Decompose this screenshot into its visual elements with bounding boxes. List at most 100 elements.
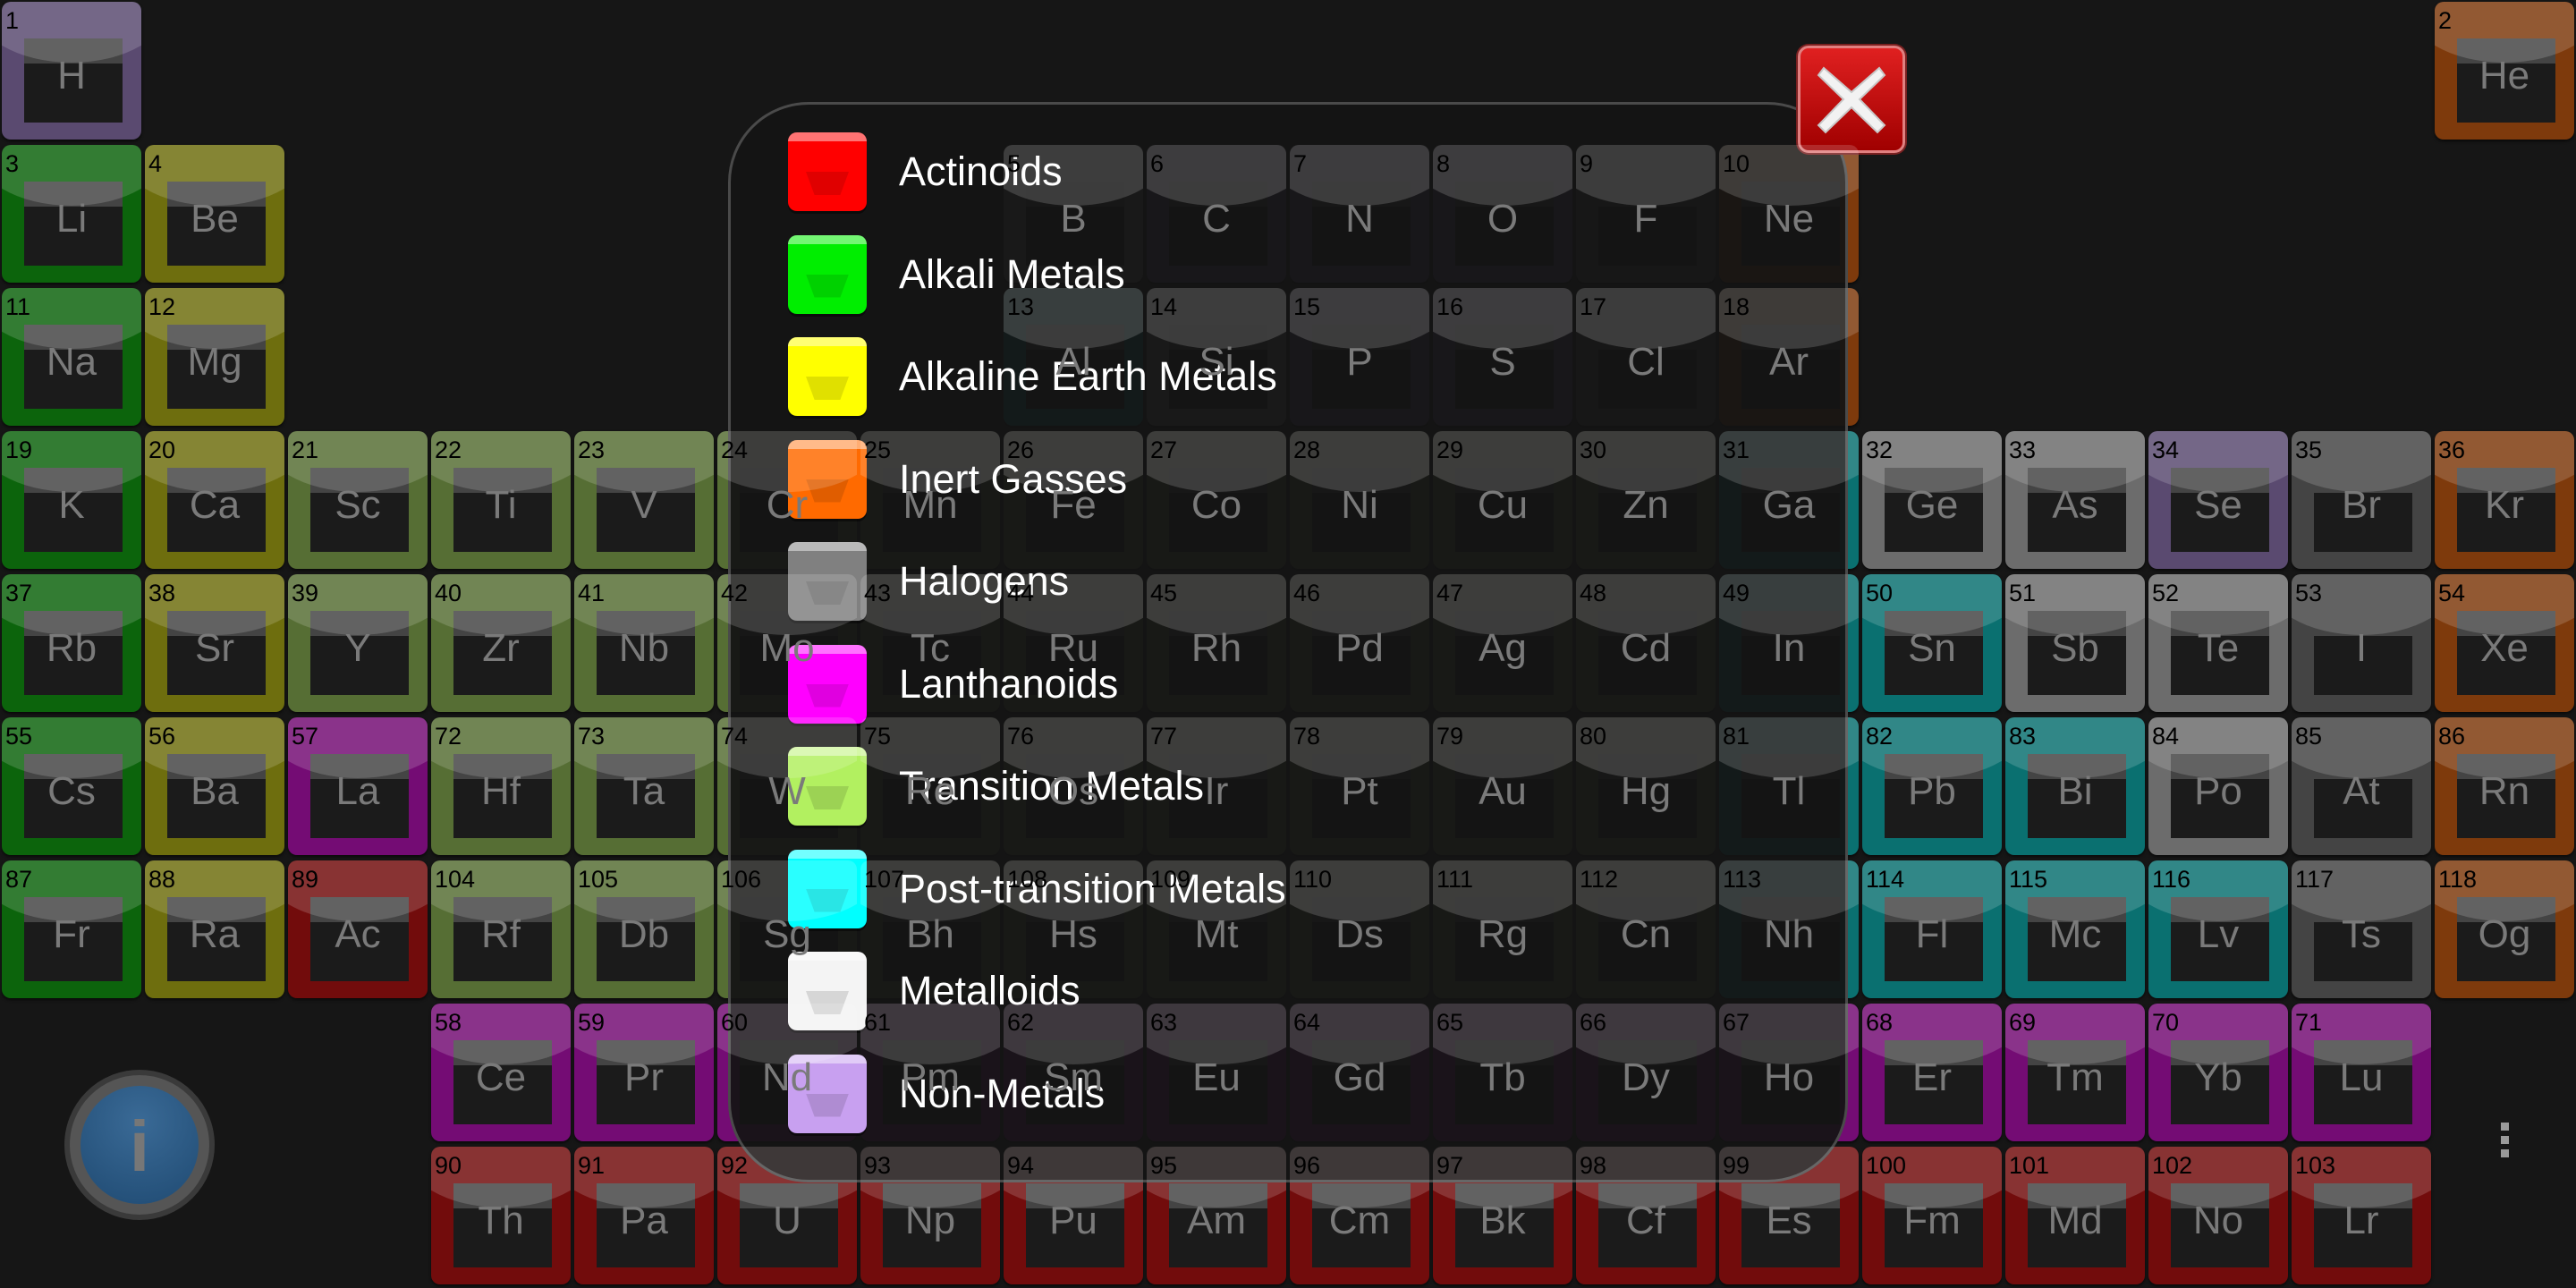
- element-symbol: Rh: [1191, 626, 1242, 670]
- element-tile-ba[interactable]: 56 Ba: [145, 717, 284, 855]
- element-tile-y[interactable]: 39 Y: [288, 574, 428, 712]
- element-tile-og[interactable]: 118 Og: [2435, 860, 2574, 998]
- element-tile-pu[interactable]: 94 Pu: [1004, 1147, 1143, 1284]
- element-tile-mg[interactable]: 12 Mg: [145, 288, 284, 426]
- element-tile-rn[interactable]: 86 Rn: [2435, 717, 2574, 855]
- element-tile-i[interactable]: 53 I: [2292, 574, 2431, 712]
- atomic-number: 77: [1150, 723, 1178, 750]
- element-symbol: Eu: [1192, 1055, 1241, 1099]
- element-tile-fm[interactable]: 100 Fm: [1862, 1147, 2002, 1284]
- element-tile-u[interactable]: 92 U: [717, 1147, 857, 1284]
- element-tile-lv[interactable]: 116 Lv: [2148, 860, 2288, 998]
- atomic-number: 83: [2009, 723, 2037, 750]
- element-symbol: La: [335, 769, 380, 813]
- element-tile-nb[interactable]: 41 Nb: [574, 574, 714, 712]
- element-tile-lu[interactable]: 71 Lu: [2292, 1004, 2431, 1141]
- element-tile-pr[interactable]: 59 Pr: [574, 1004, 714, 1141]
- element-tile-rb[interactable]: 37 Rb: [2, 574, 141, 712]
- close-button[interactable]: [1798, 46, 1905, 153]
- element-tile-yb[interactable]: 70 Yb: [2148, 1004, 2288, 1141]
- atomic-number: 20: [148, 436, 176, 463]
- element-tile-te[interactable]: 52 Te: [2148, 574, 2288, 712]
- element-symbol: Zr: [482, 626, 520, 670]
- element-tile-pa[interactable]: 91 Pa: [574, 1147, 714, 1284]
- element-tile-bi[interactable]: 83 Bi: [2005, 717, 2145, 855]
- atomic-number: 82: [1866, 723, 1894, 750]
- element-tile-no[interactable]: 102 No: [2148, 1147, 2288, 1284]
- close-x-icon: [1817, 66, 1886, 134]
- element-tile-kr[interactable]: 36 Kr: [2435, 431, 2574, 569]
- element-tile-db[interactable]: 105 Db: [574, 860, 714, 998]
- element-tile-be[interactable]: 4 Be: [145, 145, 284, 283]
- atomic-number: 28: [1293, 436, 1321, 463]
- atomic-number: 112: [1580, 866, 1619, 893]
- atomic-number: 103: [2295, 1152, 2336, 1179]
- element-tile-h[interactable]: 1H: [2, 2, 141, 140]
- element-tile-tm[interactable]: 69 Tm: [2005, 1004, 2145, 1141]
- element-tile-ge[interactable]: 32 Ge: [1862, 431, 2002, 569]
- element-symbol: Ra: [189, 912, 241, 956]
- element-symbol: S: [1489, 340, 1516, 384]
- element-tile-v[interactable]: 23 V: [574, 431, 714, 569]
- legend-swatch: [788, 337, 867, 416]
- element-tile-pb[interactable]: 82 Pb: [1862, 717, 2002, 855]
- element-tile-rf[interactable]: 104 Rf: [431, 860, 571, 998]
- element-tile-am[interactable]: 95 Am: [1147, 1147, 1286, 1284]
- element-tile-lr[interactable]: 103 Lr: [2292, 1147, 2431, 1284]
- element-tile-at[interactable]: 85 At: [2292, 717, 2431, 855]
- element-tile-bk[interactable]: 97 Bk: [1433, 1147, 1572, 1284]
- element-tile-sb[interactable]: 51 Sb: [2005, 574, 2145, 712]
- atomic-number: 105: [578, 866, 619, 893]
- element-tile-sn[interactable]: 50 Sn: [1862, 574, 2002, 712]
- element-tile-th[interactable]: 90 Th: [431, 1147, 571, 1284]
- element-symbol: F: [1633, 197, 1658, 241]
- element-tile-md[interactable]: 101 Md: [2005, 1147, 2145, 1284]
- element-tile-ac[interactable]: 89 Ac: [288, 860, 428, 998]
- atomic-number: 106: [721, 866, 762, 893]
- element-tile-ts[interactable]: 117 Ts: [2292, 860, 2431, 998]
- info-button[interactable]: i: [64, 1070, 215, 1220]
- atomic-number: 1: [5, 7, 20, 34]
- element-symbol: Ho: [1763, 1055, 1815, 1099]
- element-tile-er[interactable]: 68 Er: [1862, 1004, 2002, 1141]
- element-tile-ca[interactable]: 20 Ca: [145, 431, 284, 569]
- element-symbol: Ta: [623, 769, 665, 813]
- element-tile-po[interactable]: 84 Po: [2148, 717, 2288, 855]
- element-tile-cs[interactable]: 55 Cs: [2, 717, 141, 855]
- element-tile-cm[interactable]: 96 Cm: [1290, 1147, 1429, 1284]
- element-tile-ta[interactable]: 73 Ta: [574, 717, 714, 855]
- atomic-number: 14: [1150, 293, 1178, 320]
- atomic-number: 25: [864, 436, 892, 463]
- element-tile-fl[interactable]: 114 Fl: [1862, 860, 2002, 998]
- overflow-menu-icon[interactable]: [2494, 1123, 2515, 1164]
- element-tile-br[interactable]: 35 Br: [2292, 431, 2431, 569]
- element-tile-ra[interactable]: 88 Ra: [145, 860, 284, 998]
- element-tile-sr[interactable]: 38 Sr: [145, 574, 284, 712]
- atomic-number: 11: [5, 293, 31, 320]
- element-tile-xe[interactable]: 54 Xe: [2435, 574, 2574, 712]
- element-tile-fr[interactable]: 87 Fr: [2, 860, 141, 998]
- atomic-number: 99: [1723, 1152, 1750, 1179]
- atomic-number: 24: [721, 436, 749, 463]
- element-tile-ti[interactable]: 22 Ti: [431, 431, 571, 569]
- element-symbol: Yb: [2194, 1055, 2242, 1099]
- atomic-number: 59: [578, 1009, 606, 1036]
- atomic-number: 94: [1007, 1152, 1035, 1179]
- element-tile-ce[interactable]: 58 Ce: [431, 1004, 571, 1141]
- element-tile-as[interactable]: 33 As: [2005, 431, 2145, 569]
- element-tile-hf[interactable]: 72 Hf: [431, 717, 571, 855]
- element-tile-se[interactable]: 34 Se: [2148, 431, 2288, 569]
- element-tile-li[interactable]: 3 Li: [2, 145, 141, 283]
- element-tile-la[interactable]: 57 La: [288, 717, 428, 855]
- element-tile-sc[interactable]: 21 Sc: [288, 431, 428, 569]
- element-tile-es[interactable]: 99 Es: [1719, 1147, 1859, 1284]
- element-tile-cf[interactable]: 98 Cf: [1576, 1147, 1716, 1284]
- element-tile-k[interactable]: 19 K: [2, 431, 141, 569]
- element-tile-na[interactable]: 11 Na: [2, 288, 141, 426]
- element-tile-he[interactable]: 2 He: [2435, 2, 2574, 140]
- element-tile-zr[interactable]: 40 Zr: [431, 574, 571, 712]
- element-symbol: Bh: [906, 912, 954, 956]
- element-tile-np[interactable]: 93 Np: [860, 1147, 1000, 1284]
- atomic-number: 60: [721, 1009, 749, 1036]
- element-tile-mc[interactable]: 115 Mc: [2005, 860, 2145, 998]
